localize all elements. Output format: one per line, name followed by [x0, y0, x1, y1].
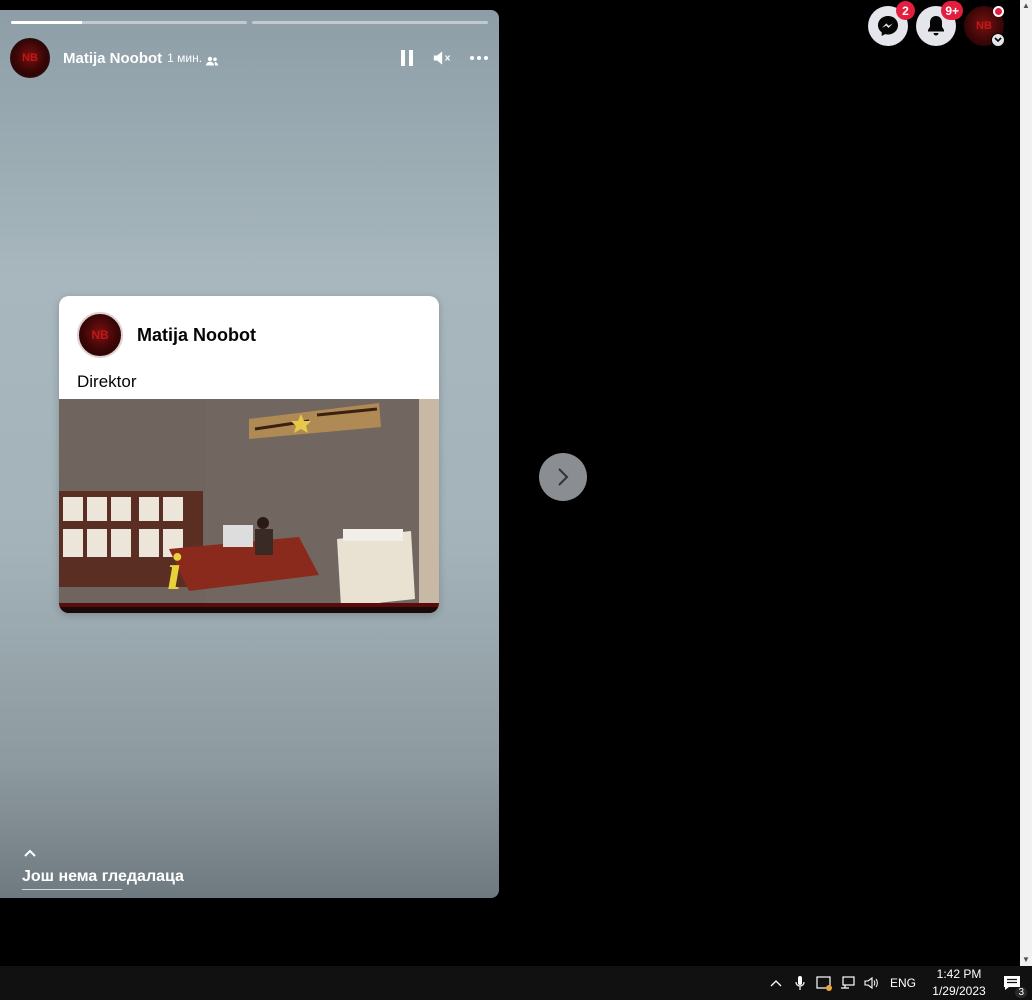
messenger-badge: 2	[896, 1, 915, 20]
post-author-avatar: NB	[77, 312, 123, 358]
clock-date: 1/29/2023	[932, 984, 986, 998]
post-time: 1 мин.	[167, 51, 203, 65]
clock[interactable]: 1:42 PM 1/29/2023	[926, 966, 992, 1000]
messenger-button[interactable]: 2	[868, 1, 915, 46]
bell-icon	[928, 16, 944, 36]
friends-icon	[206, 53, 219, 66]
messenger-icon	[878, 16, 898, 36]
chevron-up-icon	[24, 849, 36, 857]
volume-icon[interactable]	[860, 966, 884, 1000]
windows-taskbar: ENG 1:42 PM 1/29/2023 3	[0, 966, 1032, 1000]
chevron-right-icon	[558, 468, 569, 486]
author-avatar[interactable]: NB	[10, 38, 50, 78]
svg-text:i: i	[167, 544, 182, 601]
progress-fill	[11, 21, 82, 24]
shared-post-card[interactable]: NB Matija Noobot Direktor i	[59, 296, 439, 613]
avatar-text: NB	[976, 20, 992, 32]
account-alert-dot	[993, 6, 1004, 17]
avatar-text: NB	[22, 52, 38, 64]
account-button[interactable]: NB	[964, 6, 1005, 47]
network-icon[interactable]	[836, 966, 860, 1000]
story-header: NB Matija Noobot 1 мин.	[10, 38, 489, 78]
microphone-icon[interactable]	[788, 966, 812, 1000]
system-tray: ENG 1:42 PM 1/29/2023 3	[764, 966, 1032, 1000]
clock-time: 1:42 PM	[936, 967, 982, 981]
avatar-text: NB	[91, 328, 109, 342]
notifications-badge: 9+	[941, 1, 963, 20]
muted-speaker-icon	[433, 51, 451, 65]
action-center-button[interactable]: 3	[992, 966, 1032, 1000]
story-progress	[11, 21, 488, 24]
story-viewer[interactable]: NB Matija Noobot 1 мин. NB Matija Noobot…	[0, 10, 499, 898]
notification-count: 3	[1015, 987, 1027, 998]
page-scrollbar[interactable]: ▲ ▼	[1020, 0, 1032, 966]
viewers-label: Још нема гледалаца	[22, 868, 184, 885]
chevron-up-icon	[770, 980, 782, 987]
scroll-down-arrow-icon[interactable]: ▼	[1022, 956, 1030, 964]
pause-button[interactable]	[397, 48, 417, 68]
post-author-name: Matija Noobot	[137, 324, 256, 345]
pause-icon	[401, 50, 413, 66]
show-hidden-icons-button[interactable]	[764, 966, 788, 1000]
post-image: i	[59, 399, 439, 613]
more-options-button[interactable]	[469, 48, 489, 68]
scroll-up-arrow-icon[interactable]: ▲	[1022, 2, 1030, 10]
author-name[interactable]: Matija Noobot	[63, 50, 162, 67]
progress-segment	[252, 21, 488, 24]
viewers-section[interactable]: Још нема гледалаца	[22, 846, 184, 890]
viewers-underline	[22, 889, 122, 890]
progress-segment	[11, 21, 247, 24]
next-story-button[interactable]	[539, 453, 587, 501]
notifications-button[interactable]: 9+	[916, 1, 963, 46]
mute-button[interactable]	[433, 48, 453, 68]
input-language[interactable]: ENG	[890, 976, 916, 990]
chevron-down-icon	[991, 33, 1005, 47]
more-icon	[470, 56, 488, 60]
security-warning-icon[interactable]	[812, 966, 836, 1000]
